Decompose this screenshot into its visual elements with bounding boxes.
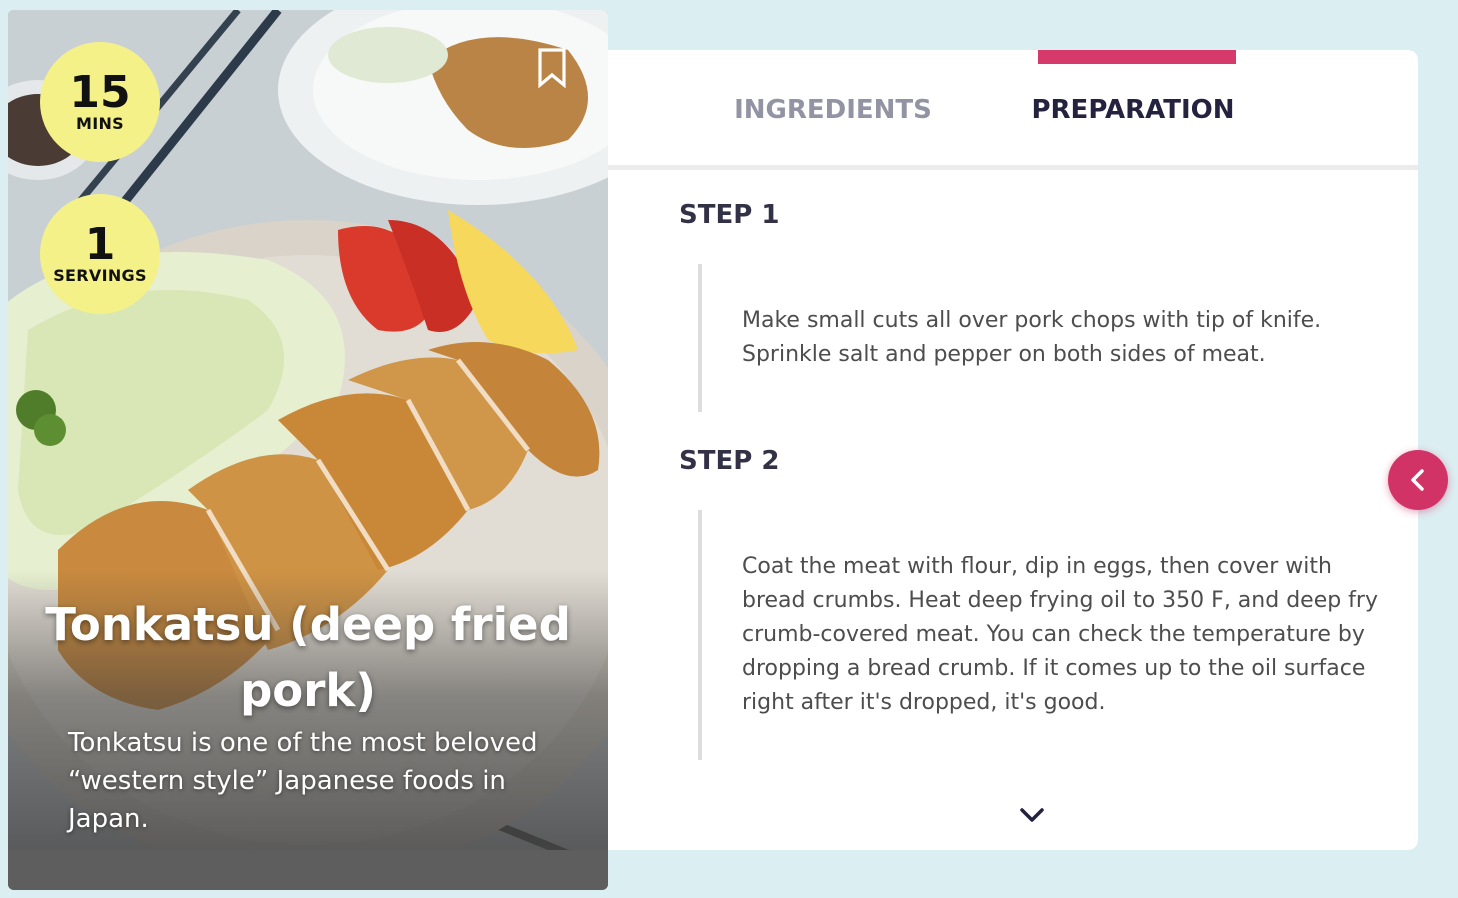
tab-preparation[interactable]: PREPARATION xyxy=(1028,50,1238,170)
time-badge: 15 MINS xyxy=(40,42,160,162)
step-2-divider xyxy=(698,510,702,760)
instructions-panel: INGREDIENTS PREPARATION STEP 1 Make smal… xyxy=(608,50,1418,850)
step-1-text: Make small cuts all over pork chops with… xyxy=(742,308,1322,367)
time-unit: MINS xyxy=(76,114,124,133)
step-2-text: Coat the meat with flour, dip in eggs, t… xyxy=(742,554,1378,715)
servings-badge: 1 SERVINGS xyxy=(40,194,160,314)
recipe-description: Tonkatsu is one of the most beloved “wes… xyxy=(68,728,538,834)
servings-value: 1 xyxy=(84,219,116,270)
recipe-title: Tonkatsu (deep fried pork) xyxy=(45,598,571,717)
card-footer xyxy=(8,850,608,890)
tab-bar: INGREDIENTS PREPARATION xyxy=(608,50,1418,170)
tab-ingredients[interactable]: INGREDIENTS xyxy=(718,50,948,170)
servings-unit: SERVINGS xyxy=(53,266,147,285)
time-value: 15 xyxy=(69,67,131,118)
step-2-title: STEP 2 xyxy=(679,446,780,476)
step-1-title: STEP 1 xyxy=(679,200,780,230)
chevron-left-icon xyxy=(1411,469,1424,491)
recipe-photo-card: 15 MINS 1 SERVINGS Tonkatsu (deep fried … xyxy=(8,10,608,890)
bookmark-icon[interactable] xyxy=(536,48,568,88)
step-1-divider xyxy=(698,264,702,412)
collapse-panel-button[interactable] xyxy=(1388,450,1448,510)
chevron-down-icon[interactable] xyxy=(1018,805,1046,825)
